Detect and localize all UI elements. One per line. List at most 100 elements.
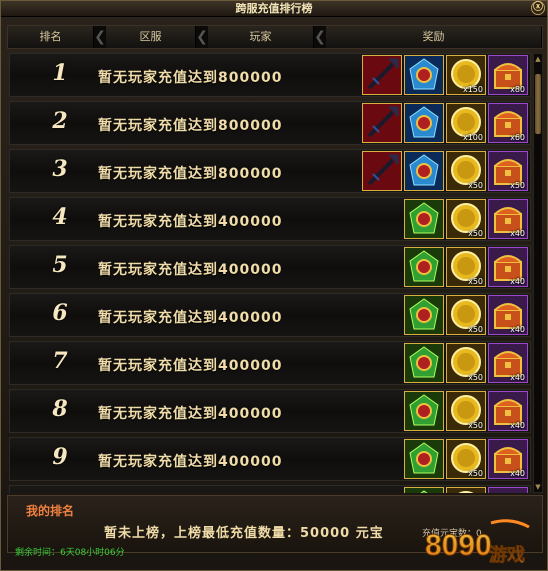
- header-divider-icon: ❮: [314, 29, 326, 45]
- reward-quantity: x40: [510, 469, 525, 478]
- rank-number: 3: [52, 156, 68, 182]
- condition-amount: 400000: [218, 454, 283, 470]
- reward-slot[interactable]: x50: [446, 343, 486, 383]
- reward-slot[interactable]: x40: [488, 295, 528, 335]
- condition-text: 暂无玩家充值达到: [98, 166, 218, 182]
- reward-slot[interactable]: x50: [488, 151, 528, 191]
- reward-quantity: x50: [468, 181, 483, 190]
- rank-number: 4: [52, 204, 68, 230]
- reward-quantity: x40: [510, 277, 525, 286]
- rank-number: 2: [52, 108, 68, 134]
- scroll-thumb[interactable]: [535, 74, 541, 134]
- reward-slots: x100 x60: [362, 103, 528, 143]
- my-rank-title: 我的排名: [26, 504, 75, 518]
- reward-slots: x50 x40: [404, 247, 528, 287]
- condition-text: 暂无玩家充值达到: [98, 118, 218, 134]
- rank-number: 1: [52, 60, 68, 86]
- ranking-row: 10: [9, 485, 531, 493]
- condition-amount: 400000: [218, 358, 283, 374]
- reward-slot[interactable]: x50: [446, 295, 486, 335]
- header-divider-icon: ❮: [94, 29, 106, 45]
- reward-quantity: x50: [510, 181, 525, 190]
- reward-slot[interactable]: [404, 487, 444, 493]
- reward-slot[interactable]: [362, 55, 402, 95]
- condition-amount: 800000: [218, 70, 283, 86]
- reward-slots: x50 x40: [404, 343, 528, 383]
- reward-slot[interactable]: [362, 103, 402, 143]
- header-divider-icon: ❮: [196, 29, 208, 45]
- rank-condition: 暂无玩家充值达到400000: [98, 451, 282, 471]
- rank-condition: 暂无玩家充值达到400000: [98, 259, 282, 279]
- reward-quantity: x50: [468, 373, 483, 382]
- header-rank: 排名: [8, 26, 94, 48]
- remaining-time: 剩余时间：6天08小时06分: [15, 548, 125, 558]
- rank-condition: 暂无玩家充值达到800000: [98, 67, 282, 87]
- rank-condition: 暂无玩家充值达到400000: [98, 403, 282, 423]
- reward-slot[interactable]: [404, 151, 444, 191]
- ranking-row: 3 暂无玩家充值达到800000 x50 x50: [9, 149, 531, 193]
- reward-slot[interactable]: [404, 55, 444, 95]
- ranking-row: 9 暂无玩家充值达到400000 x50 x40: [9, 437, 531, 481]
- svg-text:8090: 8090: [425, 529, 492, 562]
- reward-slot[interactable]: [488, 487, 528, 493]
- reward-slot[interactable]: x40: [488, 343, 528, 383]
- reward-slot[interactable]: x50: [446, 151, 486, 191]
- reward-slot[interactable]: x40: [488, 391, 528, 431]
- reward-quantity: x100: [462, 133, 483, 142]
- condition-text: 暂无玩家充值达到: [98, 406, 218, 422]
- svg-text:游戏: 游戏: [489, 544, 525, 566]
- reward-slots: x150 x80: [362, 55, 528, 95]
- ranking-list: 1 暂无玩家充值达到800000 x150 x80 2 暂无玩家充值达到800000 x10…: [9, 53, 531, 493]
- reward-slot[interactable]: x40: [488, 439, 528, 479]
- rank-number: 5: [52, 252, 68, 278]
- reward-quantity: x40: [510, 421, 525, 430]
- reward-quantity: x150: [462, 85, 483, 94]
- reward-slot[interactable]: [404, 439, 444, 479]
- reward-quantity: x60: [510, 133, 525, 142]
- reward-slot[interactable]: [404, 103, 444, 143]
- reward-quantity: x50: [468, 229, 483, 238]
- reward-quantity: x40: [510, 229, 525, 238]
- reward-slot[interactable]: [404, 199, 444, 239]
- rank-number: 6: [52, 300, 68, 326]
- condition-amount: 800000: [218, 118, 283, 134]
- reward-slot[interactable]: x50: [446, 199, 486, 239]
- condition-amount: 400000: [218, 406, 283, 422]
- scroll-down-arrow-icon[interactable]: ▼: [534, 482, 542, 492]
- reward-quantity: x50: [468, 469, 483, 478]
- scroll-up-arrow-icon[interactable]: ▲: [534, 54, 542, 64]
- reward-slot[interactable]: x60: [488, 103, 528, 143]
- reward-slot[interactable]: x50: [446, 391, 486, 431]
- header-reward: 奖励: [326, 26, 542, 48]
- reward-slots: [404, 487, 528, 493]
- reward-slot[interactable]: [404, 247, 444, 287]
- condition-amount: 800000: [218, 166, 283, 182]
- header-player: 玩家: [208, 26, 314, 48]
- reward-slot[interactable]: x80: [488, 55, 528, 95]
- list-scrollbar[interactable]: ▲ ▼: [533, 53, 543, 493]
- ranking-row: 8 暂无玩家充值达到400000 x50 x40: [9, 389, 531, 433]
- reward-slot[interactable]: x40: [488, 247, 528, 287]
- reward-quantity: x40: [510, 325, 525, 334]
- ranking-row: 7 暂无玩家充值达到400000 x50 x40: [9, 341, 531, 385]
- ranking-row: 5 暂无玩家充值达到400000 x50 x40: [9, 245, 531, 289]
- rank-condition: 暂无玩家充值达到400000: [98, 307, 282, 327]
- reward-slot[interactable]: x50: [446, 439, 486, 479]
- ranking-row: 4 暂无玩家充值达到400000 x50 x40: [9, 197, 531, 241]
- rank-number: 7: [52, 348, 68, 374]
- reward-quantity: x50: [468, 277, 483, 286]
- reward-slot[interactable]: [404, 295, 444, 335]
- reward-slot[interactable]: [404, 343, 444, 383]
- reward-slot[interactable]: x40: [488, 199, 528, 239]
- condition-amount: 400000: [218, 214, 283, 230]
- reward-slots: x50 x40: [404, 391, 528, 431]
- reward-slot[interactable]: [446, 487, 486, 493]
- reward-slot[interactable]: x150: [446, 55, 486, 95]
- reward-slot[interactable]: x100: [446, 103, 486, 143]
- close-button[interactable]: ⓧ: [531, 1, 545, 15]
- reward-slot[interactable]: [362, 151, 402, 191]
- ranking-row: 2 暂无玩家充值达到800000 x100 x60: [9, 101, 531, 145]
- reward-slot[interactable]: [404, 391, 444, 431]
- condition-amount: 400000: [218, 262, 283, 278]
- reward-slot[interactable]: x50: [446, 247, 486, 287]
